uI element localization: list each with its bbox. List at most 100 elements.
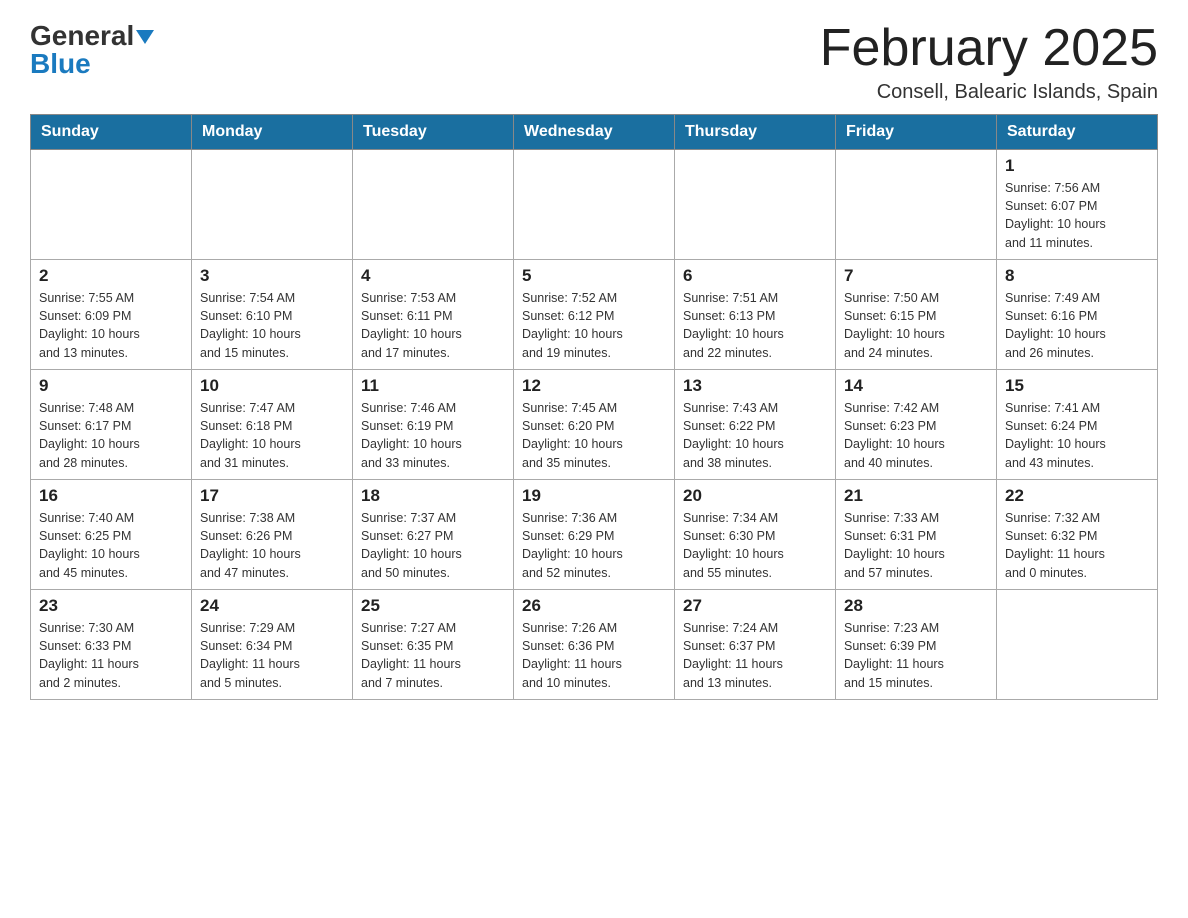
week-row-1: 1 Sunrise: 7:56 AM Sunset: 6:07 PM Daylig… xyxy=(31,150,1158,260)
day-info: Sunrise: 7:55 AM Sunset: 6:09 PM Dayligh… xyxy=(39,289,183,362)
day-cell: 20 Sunrise: 7:34 AM Sunset: 6:30 PM Dayli… xyxy=(675,480,836,590)
day-info: Sunrise: 7:37 AM Sunset: 6:27 PM Dayligh… xyxy=(361,509,505,582)
day-cell xyxy=(353,150,514,260)
day-cell: 28 Sunrise: 7:23 AM Sunset: 6:39 PM Dayli… xyxy=(836,590,997,700)
day-info: Sunrise: 7:40 AM Sunset: 6:25 PM Dayligh… xyxy=(39,509,183,582)
location-title: Consell, Balearic Islands, Spain xyxy=(820,81,1158,104)
day-number: 28 xyxy=(844,596,988,616)
col-header-thursday: Thursday xyxy=(675,115,836,150)
title-area: February 2025 Consell, Balearic Islands,… xyxy=(820,20,1158,104)
col-header-sunday: Sunday xyxy=(31,115,192,150)
day-cell: 26 Sunrise: 7:26 AM Sunset: 6:36 PM Dayli… xyxy=(514,590,675,700)
day-cell: 23 Sunrise: 7:30 AM Sunset: 6:33 PM Dayli… xyxy=(31,590,192,700)
day-info: Sunrise: 7:36 AM Sunset: 6:29 PM Dayligh… xyxy=(522,509,666,582)
day-info: Sunrise: 7:50 AM Sunset: 6:15 PM Dayligh… xyxy=(844,289,988,362)
day-cell: 4 Sunrise: 7:53 AM Sunset: 6:11 PM Daylig… xyxy=(353,260,514,370)
day-cell: 18 Sunrise: 7:37 AM Sunset: 6:27 PM Dayli… xyxy=(353,480,514,590)
header: General Blue February 2025 Consell, Bale… xyxy=(30,20,1158,104)
day-cell xyxy=(192,150,353,260)
day-number: 21 xyxy=(844,486,988,506)
day-cell: 13Sunrise: 7:43 AM Sunset: 6:22 PM Dayli… xyxy=(675,370,836,480)
day-number: 19 xyxy=(522,486,666,506)
day-cell xyxy=(675,150,836,260)
day-info: Sunrise: 7:30 AM Sunset: 6:33 PM Dayligh… xyxy=(39,619,183,692)
day-cell: 22Sunrise: 7:32 AM Sunset: 6:32 PM Dayli… xyxy=(997,480,1158,590)
calendar-header-row: SundayMondayTuesdayWednesdayThursdayFrid… xyxy=(31,115,1158,150)
day-info: Sunrise: 7:42 AM Sunset: 6:23 PM Dayligh… xyxy=(844,399,988,472)
col-header-wednesday: Wednesday xyxy=(514,115,675,150)
day-cell: 16 Sunrise: 7:40 AM Sunset: 6:25 PM Dayli… xyxy=(31,480,192,590)
day-info: Sunrise: 7:34 AM Sunset: 6:30 PM Dayligh… xyxy=(683,509,827,582)
col-header-tuesday: Tuesday xyxy=(353,115,514,150)
day-number: 7 xyxy=(844,266,988,286)
day-number: 20 xyxy=(683,486,827,506)
day-cell: 5 Sunrise: 7:52 AM Sunset: 6:12 PM Daylig… xyxy=(514,260,675,370)
day-info: Sunrise: 7:43 AM Sunset: 6:22 PM Dayligh… xyxy=(683,399,827,472)
day-cell xyxy=(31,150,192,260)
day-info: Sunrise: 7:24 AM Sunset: 6:37 PM Dayligh… xyxy=(683,619,827,692)
day-info: Sunrise: 7:27 AM Sunset: 6:35 PM Dayligh… xyxy=(361,619,505,692)
day-cell: 14Sunrise: 7:42 AM Sunset: 6:23 PM Dayli… xyxy=(836,370,997,480)
day-cell: 12 Sunrise: 7:45 AM Sunset: 6:20 PM Dayli… xyxy=(514,370,675,480)
day-number: 26 xyxy=(522,596,666,616)
col-header-friday: Friday xyxy=(836,115,997,150)
day-number: 8 xyxy=(1005,266,1149,286)
day-cell: 17 Sunrise: 7:38 AM Sunset: 6:26 PM Dayli… xyxy=(192,480,353,590)
day-info: Sunrise: 7:32 AM Sunset: 6:32 PM Dayligh… xyxy=(1005,509,1149,582)
day-number: 2 xyxy=(39,266,183,286)
day-info: Sunrise: 7:48 AM Sunset: 6:17 PM Dayligh… xyxy=(39,399,183,472)
day-cell: 1 Sunrise: 7:56 AM Sunset: 6:07 PM Daylig… xyxy=(997,150,1158,260)
calendar: SundayMondayTuesdayWednesdayThursdayFrid… xyxy=(30,114,1158,700)
day-number: 16 xyxy=(39,486,183,506)
logo: General Blue xyxy=(30,20,154,80)
day-cell: 11Sunrise: 7:46 AM Sunset: 6:19 PM Dayli… xyxy=(353,370,514,480)
logo-arrow-icon xyxy=(136,30,154,44)
week-row-4: 16 Sunrise: 7:40 AM Sunset: 6:25 PM Dayli… xyxy=(31,480,1158,590)
day-number: 18 xyxy=(361,486,505,506)
day-number: 27 xyxy=(683,596,827,616)
day-number: 5 xyxy=(522,266,666,286)
day-info: Sunrise: 7:53 AM Sunset: 6:11 PM Dayligh… xyxy=(361,289,505,362)
week-row-3: 9 Sunrise: 7:48 AM Sunset: 6:17 PM Daylig… xyxy=(31,370,1158,480)
day-info: Sunrise: 7:51 AM Sunset: 6:13 PM Dayligh… xyxy=(683,289,827,362)
day-number: 23 xyxy=(39,596,183,616)
day-info: Sunrise: 7:29 AM Sunset: 6:34 PM Dayligh… xyxy=(200,619,344,692)
day-number: 6 xyxy=(683,266,827,286)
day-cell: 7 Sunrise: 7:50 AM Sunset: 6:15 PM Daylig… xyxy=(836,260,997,370)
day-number: 1 xyxy=(1005,156,1149,176)
day-number: 3 xyxy=(200,266,344,286)
day-info: Sunrise: 7:33 AM Sunset: 6:31 PM Dayligh… xyxy=(844,509,988,582)
day-info: Sunrise: 7:38 AM Sunset: 6:26 PM Dayligh… xyxy=(200,509,344,582)
col-header-saturday: Saturday xyxy=(997,115,1158,150)
day-cell: 2 Sunrise: 7:55 AM Sunset: 6:09 PM Daylig… xyxy=(31,260,192,370)
day-cell xyxy=(997,590,1158,700)
day-info: Sunrise: 7:54 AM Sunset: 6:10 PM Dayligh… xyxy=(200,289,344,362)
day-info: Sunrise: 7:46 AM Sunset: 6:19 PM Dayligh… xyxy=(361,399,505,472)
day-info: Sunrise: 7:49 AM Sunset: 6:16 PM Dayligh… xyxy=(1005,289,1149,362)
col-header-monday: Monday xyxy=(192,115,353,150)
day-cell: 24 Sunrise: 7:29 AM Sunset: 6:34 PM Dayli… xyxy=(192,590,353,700)
day-number: 25 xyxy=(361,596,505,616)
day-number: 4 xyxy=(361,266,505,286)
day-info: Sunrise: 7:47 AM Sunset: 6:18 PM Dayligh… xyxy=(200,399,344,472)
day-cell: 10 Sunrise: 7:47 AM Sunset: 6:18 PM Dayli… xyxy=(192,370,353,480)
day-cell: 19 Sunrise: 7:36 AM Sunset: 6:29 PM Dayli… xyxy=(514,480,675,590)
day-number: 10 xyxy=(200,376,344,396)
day-number: 12 xyxy=(522,376,666,396)
day-number: 17 xyxy=(200,486,344,506)
day-info: Sunrise: 7:45 AM Sunset: 6:20 PM Dayligh… xyxy=(522,399,666,472)
day-cell: 8 Sunrise: 7:49 AM Sunset: 6:16 PM Daylig… xyxy=(997,260,1158,370)
day-number: 9 xyxy=(39,376,183,396)
day-info: Sunrise: 7:26 AM Sunset: 6:36 PM Dayligh… xyxy=(522,619,666,692)
day-cell xyxy=(514,150,675,260)
day-cell: 27 Sunrise: 7:24 AM Sunset: 6:37 PM Dayli… xyxy=(675,590,836,700)
day-info: Sunrise: 7:23 AM Sunset: 6:39 PM Dayligh… xyxy=(844,619,988,692)
day-info: Sunrise: 7:56 AM Sunset: 6:07 PM Dayligh… xyxy=(1005,179,1149,252)
day-cell: 3 Sunrise: 7:54 AM Sunset: 6:10 PM Daylig… xyxy=(192,260,353,370)
logo-blue: Blue xyxy=(30,48,91,80)
day-number: 15 xyxy=(1005,376,1149,396)
day-cell: 9 Sunrise: 7:48 AM Sunset: 6:17 PM Daylig… xyxy=(31,370,192,480)
day-info: Sunrise: 7:52 AM Sunset: 6:12 PM Dayligh… xyxy=(522,289,666,362)
day-number: 24 xyxy=(200,596,344,616)
day-cell: 25 Sunrise: 7:27 AM Sunset: 6:35 PM Dayli… xyxy=(353,590,514,700)
